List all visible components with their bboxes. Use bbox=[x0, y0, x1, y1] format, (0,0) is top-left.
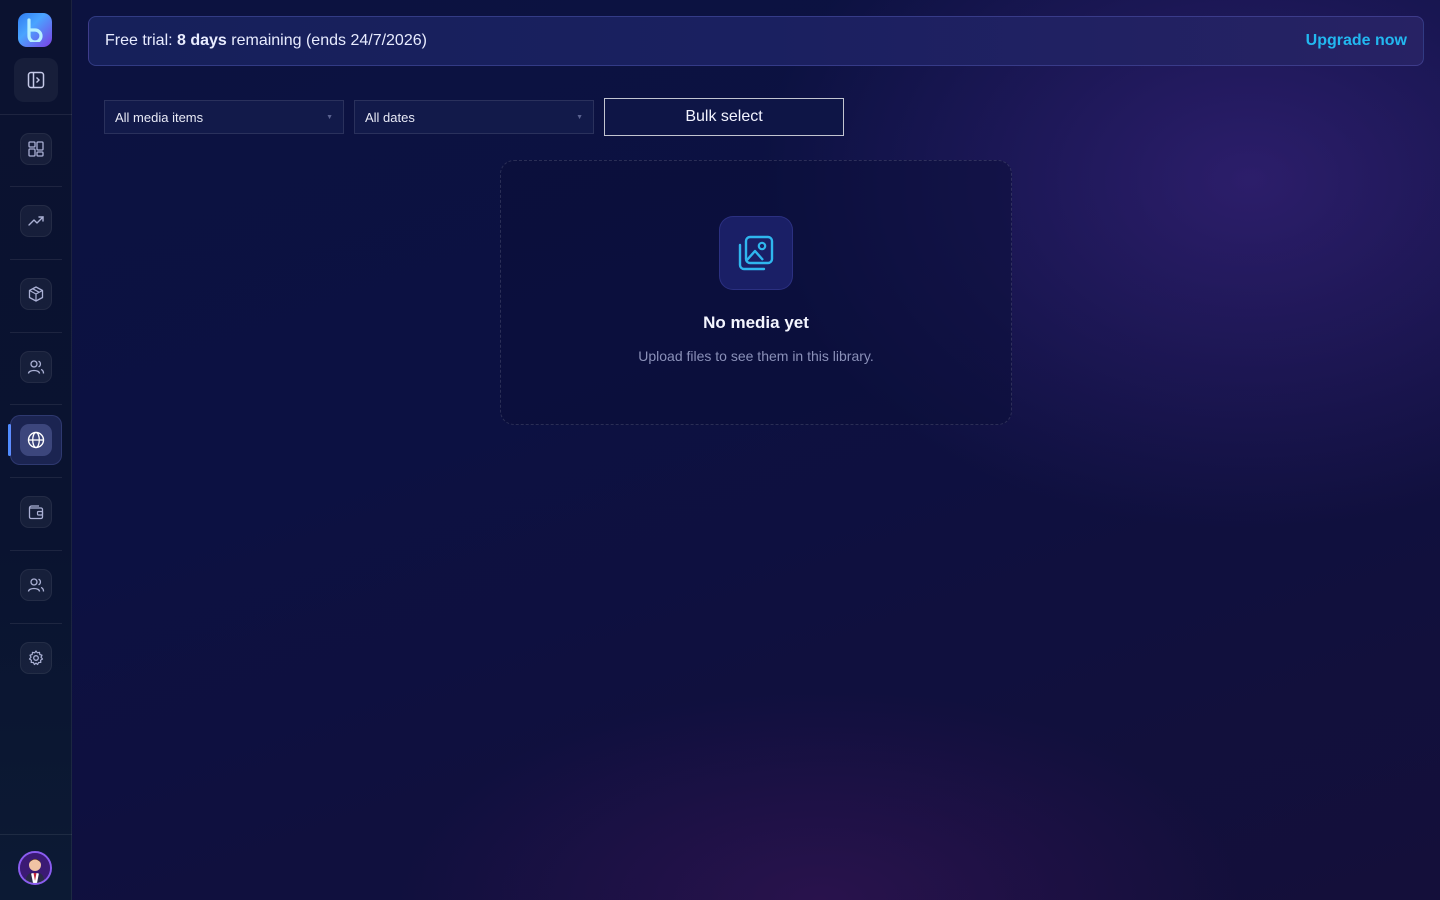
sidebar-item-analytics[interactable] bbox=[20, 205, 52, 237]
date-filter-select-value: All dates bbox=[365, 109, 415, 125]
empty-state-icon-tile bbox=[719, 216, 793, 290]
sidebar-divider bbox=[10, 550, 62, 551]
sidebar-toggle-icon bbox=[27, 71, 45, 89]
sidebar-divider bbox=[10, 186, 62, 187]
sidebar-item-media[interactable] bbox=[10, 415, 62, 465]
trial-message: Free trial: 8 days remaining (ends 24/7/… bbox=[105, 32, 427, 50]
trial-days-remaining: 8 days bbox=[177, 32, 227, 49]
sidebar-divider bbox=[10, 404, 62, 405]
sidebar-item-dashboard[interactable] bbox=[20, 133, 52, 165]
sidebar-item-team[interactable] bbox=[20, 569, 52, 601]
sidebar bbox=[0, 0, 72, 900]
chevron-down-icon: ▼ bbox=[326, 113, 333, 121]
sidebar-toggle-button[interactable] bbox=[14, 58, 58, 102]
box-icon bbox=[28, 286, 44, 302]
empty-state-subtitle: Upload files to see them in this library… bbox=[638, 348, 874, 364]
user-avatar[interactable] bbox=[18, 851, 52, 885]
app-logo[interactable] bbox=[18, 13, 52, 47]
media-gallery-icon bbox=[738, 235, 774, 271]
wallet-icon bbox=[28, 505, 44, 520]
upgrade-now-link[interactable]: Upgrade now bbox=[1306, 32, 1407, 50]
avatar-image-icon bbox=[20, 853, 50, 883]
sidebar-item-wallet[interactable] bbox=[20, 496, 52, 528]
sidebar-divider bbox=[10, 623, 62, 624]
trial-prefix: Free trial: bbox=[105, 32, 178, 49]
media-type-select[interactable]: All media items ▼ bbox=[104, 100, 344, 134]
bulk-select-button[interactable]: Bulk select bbox=[604, 98, 844, 136]
sidebar-divider bbox=[10, 477, 62, 478]
empty-state-panel: No media yet Upload files to see them in… bbox=[500, 160, 1012, 425]
team-icon bbox=[27, 578, 45, 592]
sidebar-item-settings[interactable] bbox=[20, 642, 52, 674]
dashboard-icon bbox=[28, 141, 44, 157]
sidebar-item-customers[interactable] bbox=[20, 351, 52, 383]
media-type-select-value: All media items bbox=[115, 109, 204, 125]
sidebar-divider bbox=[10, 259, 62, 260]
globe-icon bbox=[27, 431, 45, 449]
sidebar-divider bbox=[0, 834, 72, 835]
date-filter-select[interactable]: All dates ▼ bbox=[354, 100, 594, 134]
trending-icon bbox=[28, 216, 44, 226]
sidebar-divider bbox=[10, 332, 62, 333]
sidebar-item-products[interactable] bbox=[20, 278, 52, 310]
logo-mark-icon bbox=[27, 18, 43, 42]
trial-suffix: remaining (ends 24/7/2026) bbox=[226, 32, 427, 49]
empty-state-title: No media yet bbox=[703, 313, 809, 332]
chevron-down-icon: ▼ bbox=[576, 113, 583, 121]
users-icon bbox=[27, 360, 45, 374]
gear-icon bbox=[28, 650, 44, 666]
trial-banner: Free trial: 8 days remaining (ends 24/7/… bbox=[88, 16, 1424, 66]
sidebar-divider bbox=[0, 114, 72, 115]
